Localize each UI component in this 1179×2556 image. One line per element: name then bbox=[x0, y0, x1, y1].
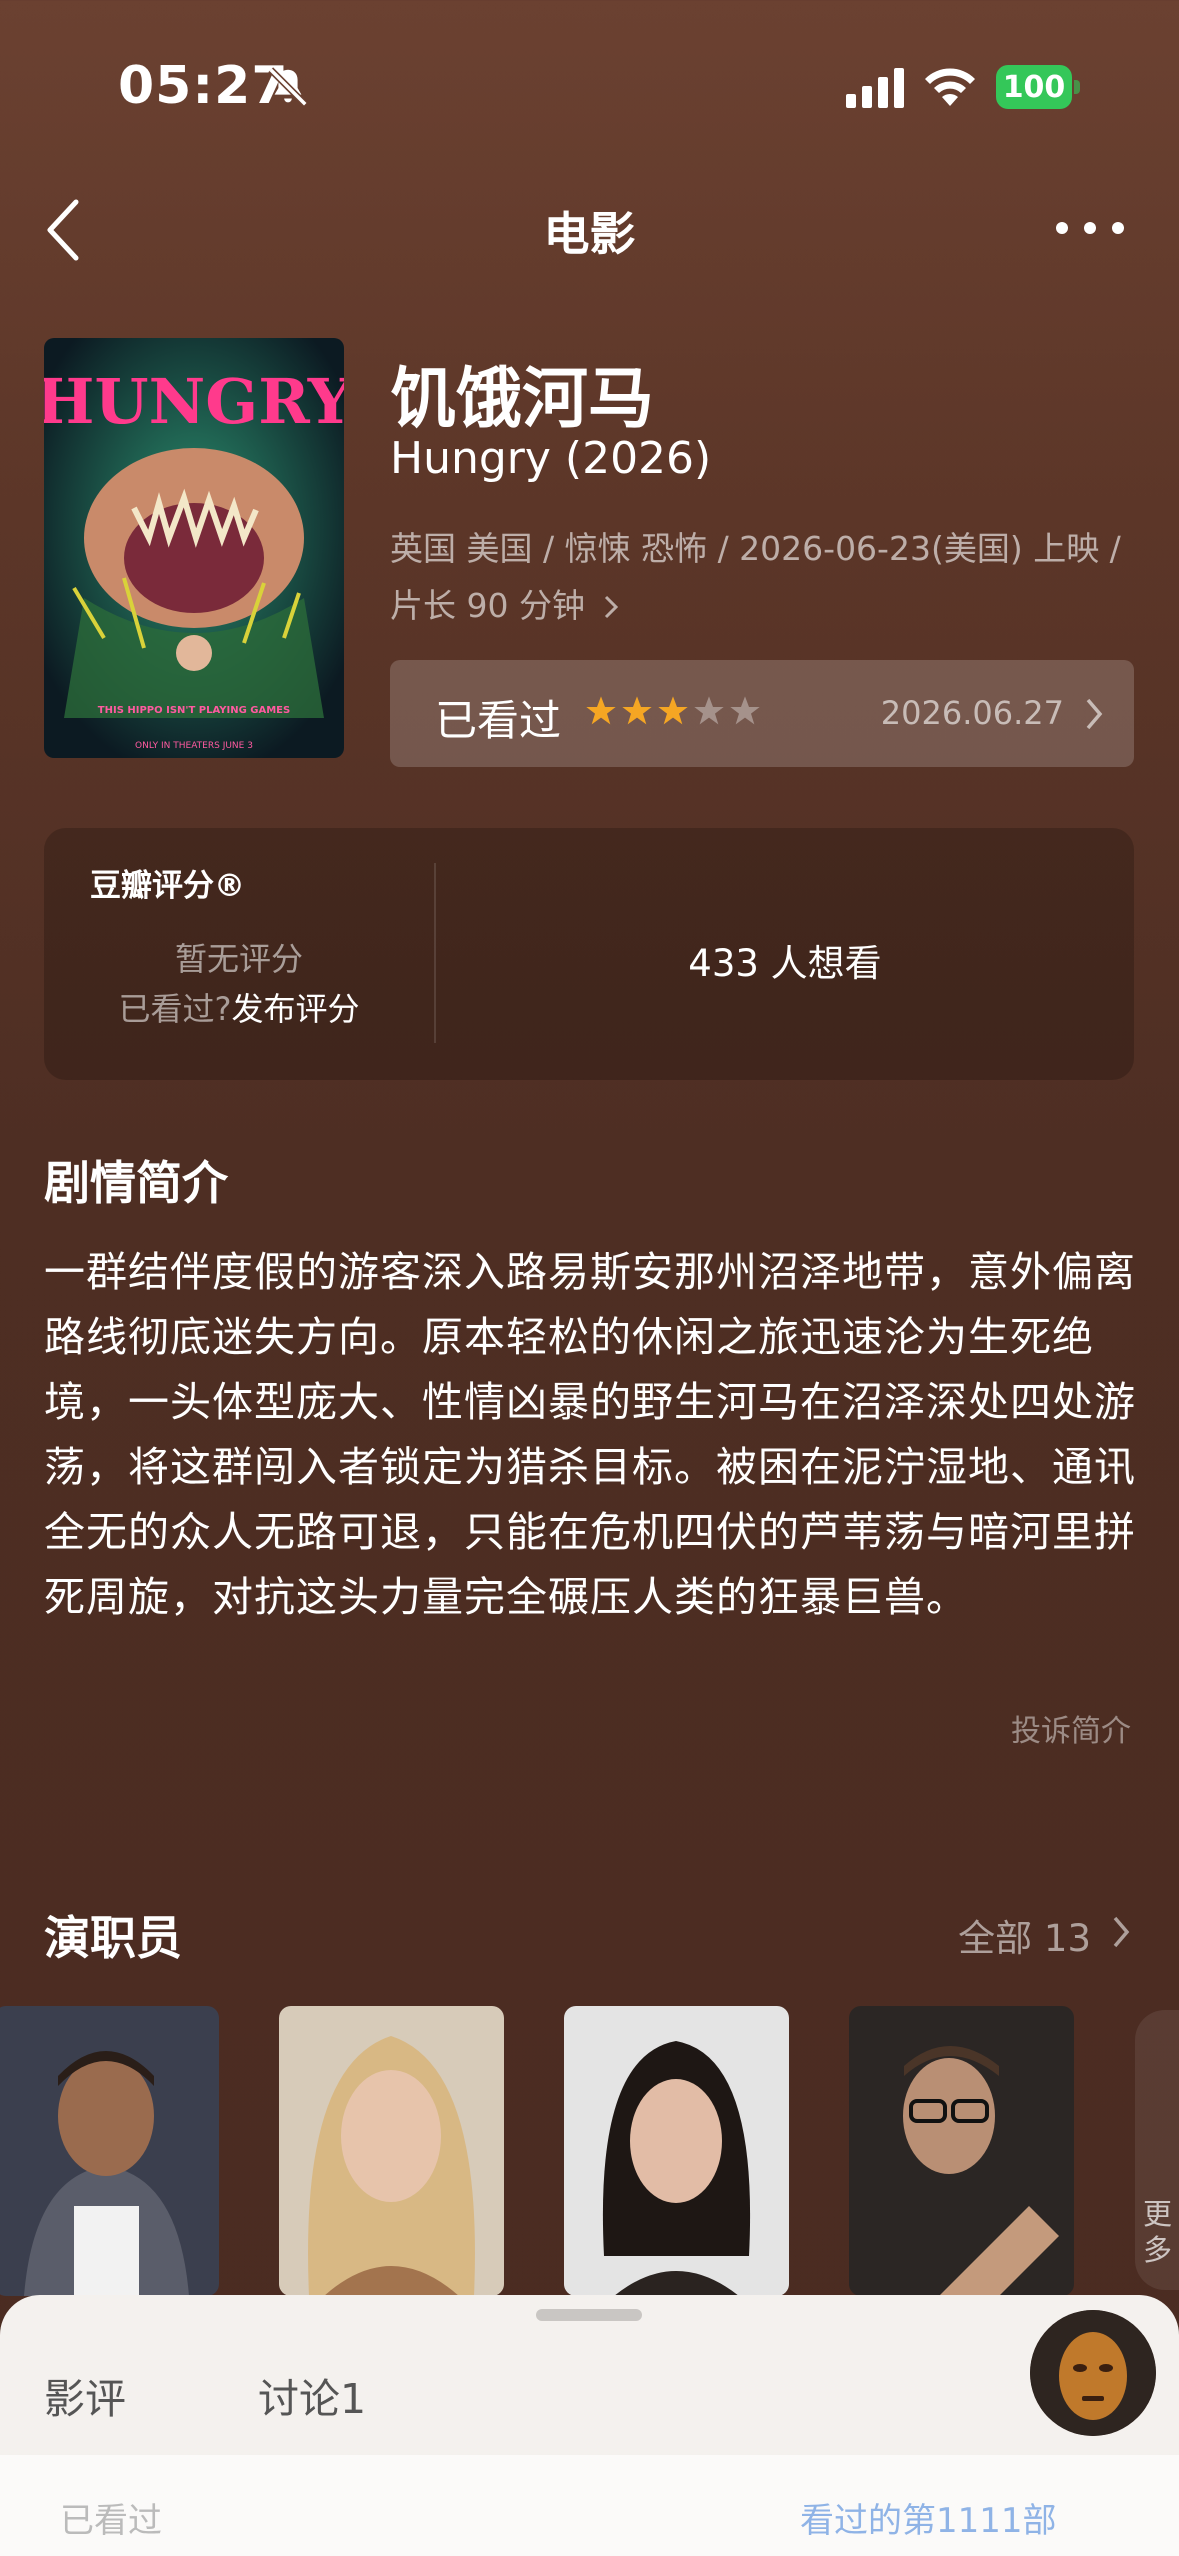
star-empty-icon bbox=[694, 696, 724, 725]
cast-photo-art bbox=[279, 2006, 504, 2296]
status-bar: 05:27 100 bbox=[0, 0, 1179, 175]
wifi-icon bbox=[925, 68, 975, 106]
watched-date: 2026.06.27 bbox=[880, 694, 1064, 732]
cast-member-photo[interactable] bbox=[564, 2006, 789, 2296]
cast-photo-art bbox=[0, 2006, 219, 2296]
tab-discussion[interactable]: 讨论1 bbox=[258, 2365, 366, 2425]
cast-member-photo[interactable] bbox=[0, 2006, 219, 2296]
cast-heading: 演职员 bbox=[44, 1911, 182, 1965]
movie-title-cn: 饥饿河马 bbox=[390, 360, 654, 437]
meta-line-1: 英国 美国 / 惊悚 恐怖 / 2026-06-23(美国) 上映 / bbox=[390, 529, 1121, 568]
sheet-drag-handle[interactable] bbox=[536, 2309, 642, 2321]
report-synopsis-link[interactable]: 投诉简介 bbox=[1011, 1706, 1131, 1750]
cast-member-photo[interactable] bbox=[849, 2006, 1074, 2296]
chevron-right-icon[interactable] bbox=[1111, 1914, 1131, 1950]
avatar-art bbox=[1030, 2310, 1156, 2436]
runtime-text: 片长 90 分钟 bbox=[390, 586, 585, 625]
more-cast-label: 更多 bbox=[1143, 2197, 1173, 2267]
cast-photo-art bbox=[849, 2006, 1074, 2296]
synopsis-heading: 剧情简介 bbox=[44, 1156, 228, 1210]
movie-meta[interactable]: 英国 美国 / 惊悚 恐怖 / 2026-06-23(美国) 上映 / 片长 9… bbox=[390, 520, 1130, 634]
more-options-icon[interactable] bbox=[1050, 208, 1130, 248]
cast-photo-art bbox=[564, 2006, 789, 2296]
sheet-row-count: 看过的第1111部 bbox=[800, 2501, 1057, 2541]
synopsis-text[interactable]: 一群结伴度假的游客深入路易斯安那州沼泽地带，意外偏离路线彻底迷失方向。原本轻松的… bbox=[44, 1240, 1140, 1630]
chevron-right-icon bbox=[605, 595, 619, 619]
douban-rating-panel: 豆瓣评分® 暂无评分 已看过?发布评分 433 人想看 bbox=[44, 828, 1134, 1080]
watched-status-button[interactable]: 已看过 2026.06.27 bbox=[390, 660, 1134, 767]
want-to-watch-count: 433 人想看 bbox=[688, 942, 882, 985]
more-cast-button[interactable]: 更多 bbox=[1135, 2010, 1179, 2290]
page-title: 电影 bbox=[543, 207, 636, 261]
battery-cap bbox=[1074, 80, 1080, 94]
seen-question: 已看过? bbox=[118, 990, 232, 1028]
star-rating bbox=[585, 695, 761, 727]
movie-title-en: Hungry (2026) bbox=[390, 433, 712, 484]
battery-level: 100 bbox=[996, 65, 1072, 109]
star-empty-icon bbox=[730, 696, 760, 725]
rating-title: 豆瓣评分® bbox=[90, 868, 245, 904]
cellular-signal-icon bbox=[846, 68, 904, 108]
poster-title: HUNGRY bbox=[44, 365, 344, 438]
star-filled-icon bbox=[622, 696, 652, 725]
poster-tagline: THIS HIPPO ISN'T PLAYING GAMES bbox=[98, 705, 290, 716]
poster-footer: ONLY IN THEATERS JUNE 3 bbox=[135, 741, 253, 751]
star-filled-icon bbox=[658, 696, 688, 725]
chevron-right-icon bbox=[1086, 698, 1103, 730]
sheet-watched-row: 已看过 看过的第1111部 bbox=[0, 2455, 1179, 2556]
star-filled-icon bbox=[586, 696, 616, 725]
watched-label: 已看过 bbox=[435, 696, 562, 745]
poster-art: HUNGRY THIS HIPPO ISN'T PLAYING GAMES ON… bbox=[44, 338, 344, 758]
cast-all-link[interactable]: 全部 13 bbox=[958, 1908, 1091, 1962]
status-time: 05:27 bbox=[118, 56, 289, 116]
meta-line-2: 片长 90 分钟 bbox=[390, 577, 1130, 634]
silent-bell-icon bbox=[268, 67, 308, 107]
tab-reviews[interactable]: 影评 bbox=[44, 2365, 126, 2425]
publish-rating[interactable]: 已看过?发布评分 bbox=[44, 984, 434, 1030]
user-avatar[interactable] bbox=[1030, 2310, 1156, 2436]
no-rating-text: 暂无评分 bbox=[174, 940, 303, 978]
battery-indicator: 100 bbox=[996, 65, 1080, 109]
bottom-sheet[interactable]: 影评 讨论1 已看过 看过的第1111部 bbox=[0, 2295, 1179, 2556]
cast-member-photo[interactable] bbox=[279, 2006, 504, 2296]
publish-rating-link[interactable]: 发布评分 bbox=[231, 990, 359, 1028]
sheet-row-label: 已看过 bbox=[60, 2501, 162, 2541]
movie-poster[interactable]: HUNGRY THIS HIPPO ISN'T PLAYING GAMES ON… bbox=[44, 338, 344, 758]
